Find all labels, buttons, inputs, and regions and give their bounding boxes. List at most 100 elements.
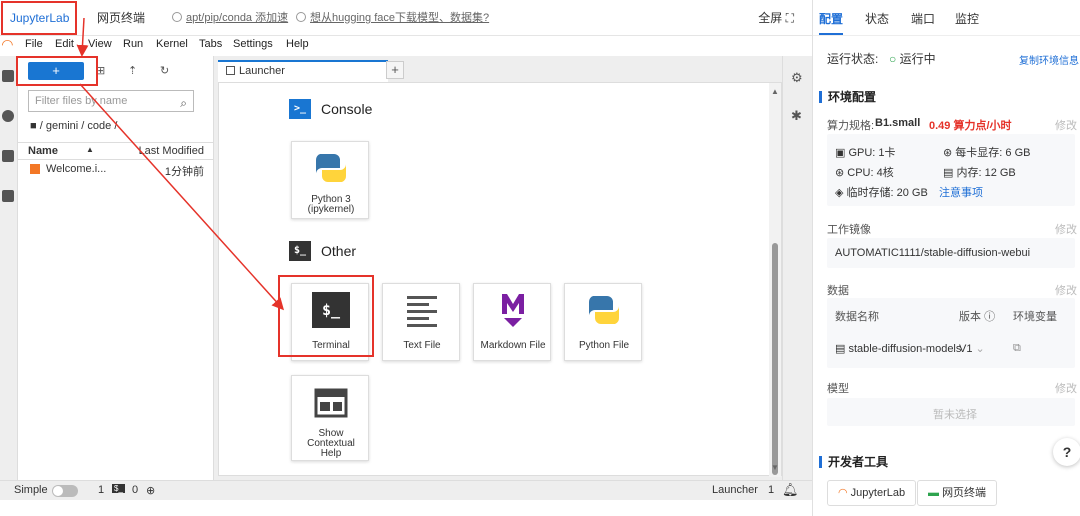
list-icon[interactable] [2,150,14,162]
kernel-status-icon[interactable]: ⊕ [146,484,155,497]
activity-bar [0,56,18,480]
menu-edit[interactable]: Edit [55,38,74,50]
card-text-file[interactable]: Text File [382,283,460,361]
launcher-icon [226,66,235,75]
tab-ports[interactable]: 端口 [911,10,935,27]
terminal-icon: ▬ [928,487,939,499]
link-mirror-accel[interactable]: apt/pip/conda 添加速 [172,0,288,36]
upload-icon[interactable]: ⇡ [128,64,137,77]
folder-icon[interactable] [2,70,14,82]
tab-jupyterlab[interactable]: JupyterLab [10,0,69,36]
link-hf-download[interactable]: 想从hugging face下载模型、数据集? [296,0,489,36]
scroll-thumb[interactable] [772,243,778,475]
card-markdown-file[interactable]: Markdown File [473,283,551,361]
menu-tabs[interactable]: Tabs [199,38,222,50]
data-version-select[interactable]: V1 ⌄ [959,342,985,355]
status-dot-icon: ○ [889,52,897,66]
new-launcher-button[interactable]: + [28,62,84,80]
other-section-icon: $_ [289,241,311,261]
search-icon: ⌕ [180,96,187,110]
puzzle-icon[interactable] [2,190,14,202]
debugger-icon[interactable]: ✱ [791,108,802,124]
status-bar: Simple 1 $_ 0 ⊕ Launcher 1 🔔︎ [0,480,812,500]
property-inspector-icon[interactable]: ⚙ [791,70,803,86]
help-panel-icon [314,388,348,418]
status-mode: Launcher [712,484,758,496]
file-list-header: Name ▲ Last Modified [18,142,214,160]
run-status: ○ 运行中 [889,52,936,66]
help-button[interactable]: ? [1053,438,1080,466]
fullscreen-button[interactable]: 全屏 ⛶ [758,0,794,36]
edit-spec[interactable]: 修改 [1055,117,1077,133]
folder-icon: ■ [30,120,37,132]
section-env-config: 环境配置 [819,91,876,103]
running-icon[interactable] [2,110,14,122]
notebook-icon [30,164,40,174]
memory-icon: ▤ [943,167,954,179]
menu-help[interactable]: Help [286,38,309,50]
terminal-status-icon[interactable]: $_ [112,484,125,493]
scroll-up-icon[interactable]: ▲ [771,87,779,96]
launcher-scrollbar[interactable]: ▲ ▼ [769,83,781,477]
active-tab-indicator [819,33,843,35]
refresh-icon[interactable]: ↻ [160,64,169,77]
menu-kernel[interactable]: Kernel [156,38,188,50]
copy-env-link[interactable]: 复制环境信息 [1019,52,1079,67]
config-panel: 配置 状态 端口 监控 运行状态: ○ 运行中 复制环境信息 环境配置 算力规格… [812,0,1080,516]
spec-value: B1.small [875,117,921,129]
card-python-file[interactable]: Python File [564,283,642,361]
tab-status[interactable]: 状态 [865,10,889,27]
terminal-icon: $_ [312,292,350,328]
dev-jupyterlab-button[interactable]: ◠ JupyterLab [827,480,917,506]
data-table: 数据名称 版本 ⓘ 环境变量 ▤ stable-diffusion-models… [827,298,1075,368]
new-folder-icon[interactable]: ⊞ [96,64,105,77]
python-logo-icon [315,154,347,182]
menu-run[interactable]: Run [123,38,143,50]
image-value: AUTOMATIC1111/stable-diffusion-webui [835,247,1031,259]
chevron-down-icon: ⌄ [975,343,985,355]
model-box: 暂未选择 [827,398,1075,426]
spec-details: ▣ GPU: 1卡 ⊛ 每卡显存: 6 GB ⊛ CPU: 4核 ▤ 内存: 1… [827,134,1075,206]
bell-icon[interactable]: 🔔︎ [782,482,799,498]
console-section-title: Console [321,101,373,117]
tab-web-terminal[interactable]: 网页终端 [97,0,145,36]
menu-file[interactable]: File [25,38,43,50]
file-modified: 1分钟前 [164,166,204,178]
python-logo-icon [588,296,620,324]
card-terminal[interactable]: $_ Terminal [291,283,369,361]
launcher-panel: >_ Console Python 3 (ipykernel) $_ Other… [218,82,782,477]
col-last-modified[interactable]: Last Modified [139,145,204,157]
tab-launcher[interactable]: Launcher [218,60,388,82]
card-python3-console[interactable]: Python 3 (ipykernel) [291,141,369,219]
file-row[interactable]: Welcome.i... 1分钟前 [18,162,214,178]
card-contextual-help[interactable]: Show Contextual Help [291,375,369,461]
console-section-icon: >_ [289,99,311,119]
dev-terminal-button[interactable]: ▬ 网页终端 [917,480,998,506]
col-name[interactable]: Name [28,145,58,157]
menu-view[interactable]: View [88,38,112,50]
scroll-down-icon[interactable]: ▼ [771,463,779,472]
simple-mode-toggle[interactable] [52,485,78,497]
question-icon [296,12,306,22]
menu-settings[interactable]: Settings [233,38,273,50]
filter-files-input[interactable]: Filter files by name ⌕ [28,90,194,112]
copy-icon[interactable]: ⧉ [1013,342,1021,355]
breadcrumb[interactable]: ■ / gemini / code / [30,120,117,132]
edit-model[interactable]: 修改 [1055,380,1077,396]
spec-price: 0.49 算力点/小时 [929,120,1012,132]
tab-monitor[interactable]: 监控 [955,10,979,27]
markdown-icon [502,294,524,327]
simple-mode-label: Simple [14,484,48,496]
jupyter-logo-icon: ◠ [2,36,13,52]
data-item: ▤ stable-diffusion-models [835,343,962,355]
section-dev-tools: 开发者工具 [819,456,888,468]
add-tab-button[interactable]: + [386,61,404,79]
notice-link[interactable]: 注意事项 [939,184,983,200]
file-browser: + ⊞ ⇡ ↻ Filter files by name ⌕ ■ / gemin… [18,56,214,480]
image-box: AUTOMATIC1111/stable-diffusion-webui [827,238,1075,268]
edit-image[interactable]: 修改 [1055,221,1077,237]
sort-up-icon: ▲ [86,145,94,154]
tab-config[interactable]: 配置 [819,10,843,27]
config-tabs: 配置 状态 端口 监控 [813,0,1080,36]
edit-data[interactable]: 修改 [1055,282,1077,298]
